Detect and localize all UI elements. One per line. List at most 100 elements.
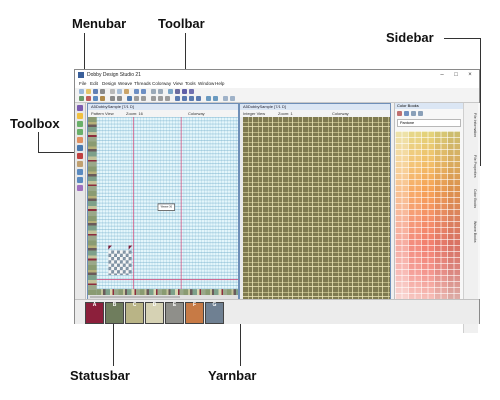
magic-wand-icon[interactable] bbox=[77, 185, 83, 191]
weave-icon[interactable] bbox=[175, 89, 180, 94]
menu-colorway[interactable]: Colorway bbox=[152, 80, 171, 88]
save-icon[interactable] bbox=[93, 89, 98, 94]
integer-panel-toolbar: Integer View Zoom: 1 Colorway bbox=[240, 110, 390, 117]
statusbar-callout-line bbox=[113, 318, 114, 366]
menu-edit[interactable]: Edit bbox=[90, 80, 98, 88]
menu-weave[interactable]: Weave bbox=[118, 80, 132, 88]
open-file-icon[interactable] bbox=[86, 89, 91, 94]
pencil-icon[interactable] bbox=[77, 113, 83, 119]
new-file-icon[interactable] bbox=[79, 89, 84, 94]
corner-marker bbox=[128, 245, 133, 250]
flip-icon[interactable] bbox=[158, 96, 163, 101]
menu-help[interactable]: Help bbox=[215, 80, 224, 88]
eyedropper-icon[interactable] bbox=[77, 153, 83, 159]
yarn-swatch[interactable]: C bbox=[125, 302, 144, 324]
arrow-right-icon[interactable] bbox=[230, 96, 235, 101]
yarn-letter: A bbox=[92, 302, 97, 308]
view-select[interactable]: Pattern View bbox=[91, 110, 114, 117]
cursor-tooltip: Weave 36 bbox=[157, 203, 175, 211]
add-color-icon[interactable] bbox=[404, 111, 409, 116]
paste-icon[interactable] bbox=[124, 89, 129, 94]
repeat-icon[interactable] bbox=[189, 89, 194, 94]
rotate-icon[interactable] bbox=[151, 96, 156, 101]
yarn-icon[interactable] bbox=[100, 96, 105, 101]
toolbar-callout: Toolbar bbox=[158, 16, 205, 31]
line-icon[interactable] bbox=[213, 96, 218, 101]
zoom-in-icon[interactable] bbox=[151, 89, 156, 94]
pattern-view-panel: A5DobbySample [7/1 D] Pattern View Zoom:… bbox=[87, 103, 239, 300]
warp-stripes bbox=[88, 117, 97, 299]
threads-icon[interactable] bbox=[93, 96, 98, 101]
redo-icon[interactable] bbox=[141, 89, 146, 94]
weft-icon[interactable] bbox=[117, 96, 122, 101]
treadling-icon[interactable] bbox=[196, 96, 201, 101]
pattern-grid[interactable]: Weave 36 bbox=[88, 117, 238, 299]
tab-file-properties[interactable]: File Properties bbox=[465, 155, 477, 178]
filter-icon[interactable] bbox=[418, 111, 423, 116]
menu-window[interactable]: Window bbox=[198, 80, 214, 88]
fabric-canvas[interactable] bbox=[240, 117, 390, 299]
warp-icon[interactable] bbox=[110, 96, 115, 101]
zoom-out-icon[interactable] bbox=[158, 89, 163, 94]
menu-tools[interactable]: Tools bbox=[185, 80, 196, 88]
tieup-icon[interactable] bbox=[182, 96, 187, 101]
sidebar: Color Books Pantone File Information Fil… bbox=[394, 103, 480, 333]
yarn-swatch[interactable]: A bbox=[85, 302, 104, 324]
copy-icon[interactable] bbox=[117, 89, 122, 94]
repeat-line bbox=[180, 117, 182, 290]
yarnbar: A B C D E F G bbox=[75, 299, 479, 324]
move-icon[interactable] bbox=[141, 96, 146, 101]
sidebar-title: Color Books bbox=[395, 103, 465, 109]
zoom-select[interactable]: Zoom: 1 bbox=[278, 110, 293, 117]
color-swatch-grid[interactable] bbox=[395, 131, 460, 303]
minimize-icon[interactable]: – bbox=[435, 70, 449, 80]
draft-icon[interactable] bbox=[182, 89, 187, 94]
yarn-swatch[interactable]: D bbox=[145, 302, 164, 324]
fill-icon[interactable] bbox=[127, 96, 132, 101]
cut-icon[interactable] bbox=[110, 89, 115, 94]
yarn-swatch[interactable]: E bbox=[165, 302, 184, 324]
zoom-select[interactable]: Zoom: 16 bbox=[126, 110, 143, 117]
brush-icon[interactable] bbox=[206, 96, 211, 101]
menu-threads[interactable]: Threads bbox=[134, 80, 151, 88]
yarn-swatch[interactable]: F bbox=[185, 302, 204, 324]
eraser-icon[interactable] bbox=[77, 137, 83, 143]
color-book-icon[interactable] bbox=[397, 111, 402, 116]
text-tool-icon[interactable] bbox=[77, 169, 83, 175]
close-icon[interactable]: × bbox=[463, 70, 477, 80]
maximize-icon[interactable]: □ bbox=[449, 70, 463, 80]
grid-icon[interactable] bbox=[168, 89, 173, 94]
pointer-icon[interactable] bbox=[77, 105, 83, 111]
undo-icon[interactable] bbox=[134, 89, 139, 94]
arrow-left-icon[interactable] bbox=[223, 96, 228, 101]
view-select[interactable]: Integer View bbox=[243, 110, 265, 117]
fill-tool-icon[interactable] bbox=[77, 145, 83, 151]
menu-design[interactable]: Design bbox=[102, 80, 116, 88]
toolbox-callout-line-v bbox=[38, 132, 39, 152]
color-book-select[interactable]: Pantone bbox=[397, 119, 461, 127]
print-icon[interactable] bbox=[100, 89, 105, 94]
yarn-letter: C bbox=[132, 302, 137, 308]
yarn-swatch[interactable]: B bbox=[105, 302, 124, 324]
search-icon[interactable] bbox=[411, 111, 416, 116]
rectangle-tool-icon[interactable] bbox=[77, 129, 83, 135]
tab-color-books[interactable]: Color Books bbox=[465, 189, 477, 208]
hand-icon[interactable] bbox=[77, 161, 83, 167]
lift-plan-icon[interactable] bbox=[175, 96, 180, 101]
colorway-icon[interactable] bbox=[86, 96, 91, 101]
mirror-icon[interactable] bbox=[165, 96, 170, 101]
colorway-select[interactable]: Colorway bbox=[188, 110, 205, 117]
colorway-select[interactable]: Colorway bbox=[332, 110, 349, 117]
tab-weave-books[interactable]: Weave Books bbox=[465, 221, 477, 243]
threading-icon[interactable] bbox=[189, 96, 194, 101]
pattern-canvas[interactable]: Weave 36 bbox=[88, 117, 238, 299]
menu-file[interactable]: File bbox=[79, 80, 86, 88]
line-tool-icon[interactable] bbox=[77, 121, 83, 127]
tab-file-information[interactable]: File Information bbox=[465, 113, 477, 137]
yarn-swatch[interactable]: G bbox=[205, 302, 224, 324]
select-icon[interactable] bbox=[134, 96, 139, 101]
zoom-tool-icon[interactable] bbox=[77, 177, 83, 183]
pattern-icon[interactable] bbox=[79, 96, 84, 101]
menu-view[interactable]: View bbox=[173, 80, 183, 88]
integer-view-panel: A5DobbySample [7/1 D] Integer View Zoom:… bbox=[239, 103, 391, 300]
